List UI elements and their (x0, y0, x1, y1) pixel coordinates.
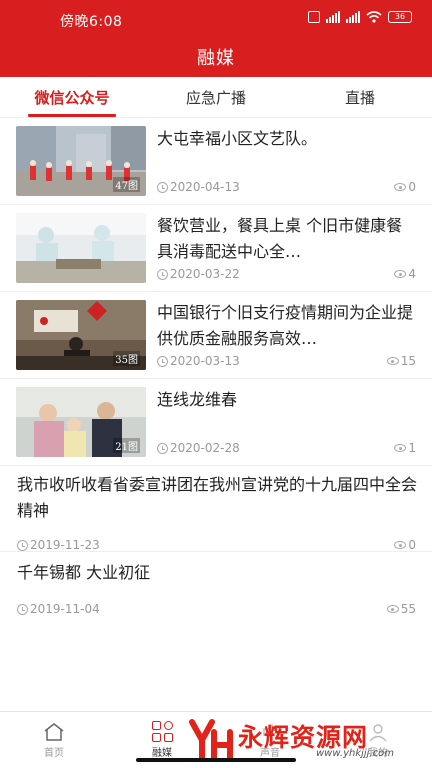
image-count: 21图 (113, 438, 140, 453)
status-icons: 36 (308, 11, 412, 23)
nav-media-label: 融媒 (152, 748, 172, 759)
date-text: 2020-03-13 (170, 354, 240, 368)
eye-icon (394, 541, 407, 549)
date-text: 2020-02-28 (170, 441, 240, 455)
date-text: 2020-03-22 (170, 267, 240, 281)
article-title: 我市收听收看省委宣讲团在我州宣讲党的十九届四中全会精神 (17, 475, 417, 520)
tab-wechat[interactable]: 微信公众号 (0, 77, 144, 117)
views-text: 15 (400, 354, 416, 368)
nav-home-label: 首页 (44, 747, 64, 759)
article-title: 中国银行个旧支行疫情期间为企业提供优质金融服务高效… (157, 303, 414, 348)
article-views: 1 (394, 441, 416, 455)
views-text: 1 (408, 441, 416, 455)
views-text: 0 (408, 180, 416, 194)
clock-icon (157, 442, 168, 454)
article-title: 餐饮营业，餐具上桌 个旧市健康餐具消毒配送中心全… (157, 216, 403, 261)
article-views: 0 (394, 180, 416, 194)
date-text: 2019-11-04 (30, 602, 100, 616)
thumbnail: 35图 (16, 300, 146, 370)
signal-icon (326, 11, 340, 23)
user-icon (369, 723, 387, 741)
clock-icon (157, 355, 168, 367)
wifi-icon (366, 11, 382, 23)
article-title: 大屯幸福小区文艺队。 (157, 129, 318, 148)
app-header: 傍晚6:08 36 融媒 (0, 0, 432, 77)
eye-icon (394, 444, 407, 452)
views-text: 4 (408, 267, 416, 281)
nav-mine[interactable]: 我的 (324, 712, 432, 768)
date-text: 2019-11-23 (30, 538, 100, 552)
clock-icon (157, 181, 168, 193)
article-views: 0 (394, 538, 416, 552)
clock-icon (157, 268, 168, 280)
grid-icon (151, 721, 173, 742)
thumbnail (16, 213, 146, 283)
nav-home[interactable]: 首页 (0, 712, 108, 768)
tab-live[interactable]: 直播 (288, 77, 432, 117)
image-count: 35图 (113, 351, 140, 366)
date-text: 2020-04-13 (170, 180, 240, 194)
nav-mine-label: 我的 (368, 747, 388, 759)
battery-icon: 36 (388, 11, 412, 23)
tab-bar: 微信公众号 应急广播 直播 (0, 77, 432, 118)
article-date: 2020-02-28 (157, 441, 240, 455)
sim-icon (308, 11, 320, 23)
article-title: 千年锡都 大业初征 (17, 563, 151, 582)
image-count: 47图 (113, 177, 140, 192)
eye-icon (386, 605, 399, 613)
list-item[interactable]: 35图 中国银行个旧支行疫情期间为企业提供优质金融服务高效… 2020-03-1… (0, 292, 432, 379)
thumbnail: 47图 (16, 126, 146, 196)
article-date: 2019-11-04 (17, 602, 100, 616)
page-title: 融媒 (197, 48, 235, 69)
home-indicator[interactable] (136, 758, 296, 762)
clock-icon (17, 539, 28, 551)
list-item[interactable]: 千年锡都 大业初征 2019-11-04 55 (0, 552, 432, 628)
sound-icon (263, 722, 273, 741)
views-text: 55 (400, 602, 416, 616)
list-item[interactable]: 我市收听收看省委宣讲团在我州宣讲党的十九届四中全会精神 2019-11-23 0 (0, 466, 432, 552)
status-time: 傍晚6:08 (60, 14, 123, 30)
nav-sound-label: 声音 (260, 747, 280, 759)
article-list: 47图 大屯幸福小区文艺队。 2020-04-13 0 餐饮营业，餐具上桌 个旧… (0, 118, 432, 628)
article-date: 2020-03-22 (157, 267, 240, 281)
signal-2-icon (346, 11, 360, 23)
article-date: 2019-11-23 (17, 538, 100, 552)
home-icon (44, 722, 64, 741)
article-title: 连线龙维春 (157, 390, 238, 409)
list-item[interactable]: 21图 连线龙维春 2020-02-28 1 (0, 379, 432, 466)
views-text: 0 (408, 538, 416, 552)
article-date: 2020-03-13 (157, 354, 240, 368)
article-views: 4 (394, 267, 416, 281)
status-bar: 傍晚6:08 36 (0, 9, 432, 31)
article-views: 15 (386, 354, 416, 368)
thumbnail: 21图 (16, 387, 146, 457)
eye-icon (394, 183, 407, 191)
eye-icon (386, 357, 399, 365)
list-item[interactable]: 47图 大屯幸福小区文艺队。 2020-04-13 0 (0, 118, 432, 205)
tab-emergency-broadcast[interactable]: 应急广播 (144, 77, 288, 117)
clock-icon (17, 603, 28, 615)
eye-icon (394, 270, 407, 278)
article-views: 55 (386, 602, 416, 616)
article-date: 2020-04-13 (157, 180, 240, 194)
list-item[interactable]: 餐饮营业，餐具上桌 个旧市健康餐具消毒配送中心全… 2020-03-22 4 (0, 205, 432, 292)
